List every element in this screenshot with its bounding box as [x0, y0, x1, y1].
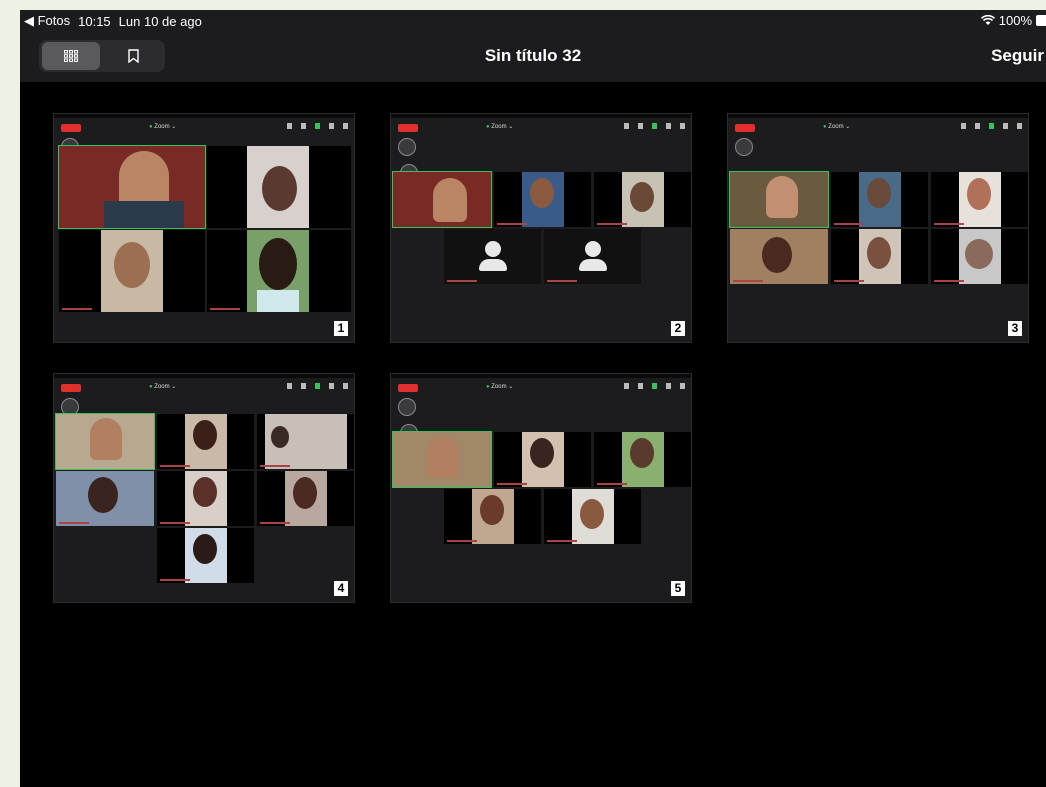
thumbnail-circle-button: [398, 398, 416, 416]
video-tile: [392, 431, 492, 488]
thumbnail-status-bar: [391, 374, 691, 378]
video-tile: [931, 172, 1028, 227]
video-tile-no-video: [544, 229, 641, 284]
video-tile: [207, 146, 351, 228]
thumbnail-status-bar: [728, 114, 1028, 118]
zoom-title: Zoom ⌄: [823, 123, 850, 130]
page-number: 1: [334, 321, 348, 336]
page-thumbnail-4[interactable]: Zoom ⌄: [53, 373, 355, 603]
meeting-toolbar: [287, 123, 348, 129]
page-number: 2: [671, 321, 685, 336]
video-tile: [55, 413, 155, 470]
zoom-title: Zoom ⌄: [149, 383, 176, 390]
video-tile: [392, 171, 492, 228]
document-title: Sin título 32: [484, 46, 582, 65]
status-date: Lun 10 de ago: [118, 13, 202, 29]
back-to-photos-link[interactable]: ◀ Fotos: [24, 13, 70, 29]
video-tile: [544, 489, 641, 544]
page-thumbnail-1[interactable]: Zoom ⌄ 1: [53, 113, 355, 343]
end-meeting-button: [61, 124, 81, 132]
meeting-toolbar: [624, 123, 685, 129]
page-number: 4: [334, 581, 348, 596]
zoom-title: Zoom ⌄: [486, 123, 513, 130]
video-tile: [59, 230, 205, 312]
thumbnail-circle-button: [735, 138, 753, 156]
video-tile: [257, 471, 354, 526]
page-thumbnail-3[interactable]: Zoom ⌄ 3: [727, 113, 1029, 343]
battery-icon: [1036, 15, 1046, 26]
wifi-icon: [980, 15, 995, 25]
end-meeting-button: [61, 384, 81, 392]
seguir-button[interactable]: Seguir: [991, 46, 1044, 66]
video-tile: [58, 145, 206, 229]
end-meeting-button: [398, 384, 418, 392]
end-meeting-button: [398, 124, 418, 132]
video-tile: [494, 172, 591, 227]
thumbnail-status-bar: [391, 114, 691, 118]
meeting-toolbar: [961, 123, 1022, 129]
page-number: 3: [1008, 321, 1022, 336]
video-tile: [56, 471, 154, 526]
end-meeting-button: [735, 124, 755, 132]
video-tile: [207, 230, 351, 312]
video-tile: [157, 414, 254, 469]
video-tile: [494, 432, 591, 487]
video-tile: [931, 229, 1028, 284]
page-number: 5: [671, 581, 685, 596]
status-bar: ◀ Fotos 10:15 Lun 10 de ago 100%: [20, 10, 1046, 32]
meeting-toolbar: [624, 383, 685, 389]
video-tile: [594, 172, 691, 227]
video-tile: [831, 172, 928, 227]
status-time: 10:15: [78, 13, 111, 29]
video-tile: [444, 489, 541, 544]
video-tile: [157, 528, 254, 583]
person-icon: [485, 241, 501, 257]
person-icon: [585, 241, 601, 257]
video-tile: [729, 171, 829, 228]
video-tile: [730, 229, 828, 284]
video-tile: [831, 229, 928, 284]
battery-percent: 100%: [998, 13, 1032, 28]
thumbnail-status-bar: [54, 114, 354, 118]
page-thumbnail-5[interactable]: Zoom ⌄ 5: [390, 373, 692, 603]
zoom-title: Zoom ⌄: [149, 123, 176, 130]
video-tile-no-video: [444, 229, 541, 284]
thumbnail-status-bar: [54, 374, 354, 378]
video-tile: [257, 414, 354, 469]
ipad-screen: ◀ Fotos 10:15 Lun 10 de ago 100% Sin tít…: [20, 10, 1046, 787]
page-thumbnail-2[interactable]: Zoom ⌄ 2: [390, 113, 692, 343]
video-tile: [157, 471, 254, 526]
nav-bar: Sin título 32 Seguir: [20, 32, 1046, 82]
thumbnail-circle-button: [398, 138, 416, 156]
meeting-toolbar: [287, 383, 348, 389]
video-tile: [594, 432, 691, 487]
zoom-title: Zoom ⌄: [486, 383, 513, 390]
